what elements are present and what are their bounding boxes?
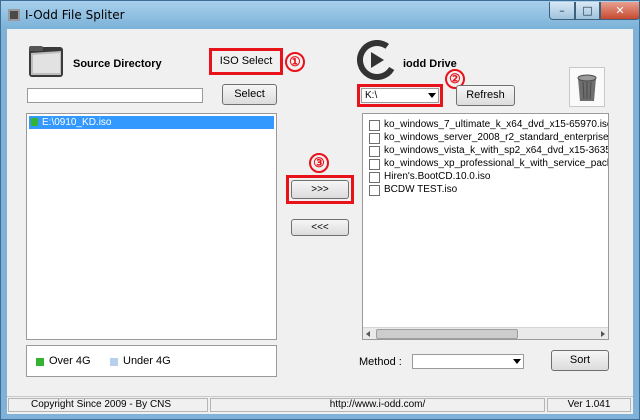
method-label: Method : xyxy=(359,356,402,368)
window-title: I-Odd File Spliter xyxy=(25,8,125,22)
source-file-list[interactable]: E:\0910_KD.iso xyxy=(26,113,277,340)
chevron-down-icon xyxy=(428,93,436,98)
chevron-down-icon xyxy=(513,359,521,364)
method-select[interactable] xyxy=(412,354,524,369)
source-item-label: E:\0910_KD.iso xyxy=(42,117,112,128)
drive-file-item[interactable]: ko_windows_7_ultimate_k_x64_dvd_x15-6597… xyxy=(365,118,609,131)
close-button[interactable]: ✕ xyxy=(600,2,640,20)
file-name: ko_windows_vista_k_with_sp2_x64_dvd_x15-… xyxy=(384,145,609,156)
sort-button[interactable]: Sort xyxy=(551,350,609,371)
callout-number-3: ③ xyxy=(309,153,329,173)
file-checkbox[interactable] xyxy=(369,133,380,144)
drive-file-item[interactable]: BCDW TEST.iso xyxy=(365,183,608,196)
drive-select[interactable]: K:\ xyxy=(361,88,439,103)
scroll-right-icon[interactable] xyxy=(601,331,605,337)
transfer-left-button[interactable]: <<< xyxy=(291,219,349,236)
app-window: I-Odd File Spliter – □ ✕ Source Director… xyxy=(0,0,640,420)
version-text: Ver 1.041 xyxy=(547,398,631,412)
horizontal-scrollbar[interactable] xyxy=(363,327,608,339)
drive-file-item[interactable]: Hiren's.BootCD.10.0.iso xyxy=(365,170,608,183)
maximize-button[interactable]: □ xyxy=(575,2,600,20)
drive-select-value: K:\ xyxy=(365,90,378,101)
file-checkbox[interactable] xyxy=(369,146,380,157)
over-4g-label: Over 4G xyxy=(49,355,91,367)
file-name: Hiren's.BootCD.10.0.iso xyxy=(384,171,491,182)
legend-box: Over 4G Under 4G xyxy=(26,345,277,377)
iodd-logo-icon xyxy=(357,40,397,80)
file-checkbox[interactable] xyxy=(369,185,380,196)
minimize-button[interactable]: – xyxy=(549,2,575,20)
transfer-right-button[interactable]: >>> xyxy=(291,180,349,199)
title-bar[interactable]: I-Odd File Spliter – □ ✕ xyxy=(1,1,640,29)
file-checkbox[interactable] xyxy=(369,120,380,131)
file-checkbox[interactable] xyxy=(369,159,380,170)
folder-icon xyxy=(27,43,65,81)
refresh-button[interactable]: Refresh xyxy=(456,85,515,106)
file-checkbox[interactable] xyxy=(369,172,380,183)
scrollbar-thumb[interactable] xyxy=(376,329,518,339)
over-4g-marker xyxy=(31,118,38,126)
status-bar: Copyright Since 2009 - By CNS http://www… xyxy=(7,396,633,414)
under-4g-swatch xyxy=(110,358,118,366)
file-name: ko_windows_server_2008_r2_standard_enter… xyxy=(384,132,609,143)
file-name: BCDW TEST.iso xyxy=(384,184,458,195)
over-4g-swatch xyxy=(36,358,44,366)
copyright-text: Copyright Since 2009 - By CNS xyxy=(8,398,208,412)
drive-file-item[interactable]: ko_windows_server_2008_r2_standard_enter… xyxy=(365,131,609,144)
select-button[interactable]: Select xyxy=(222,84,277,105)
under-4g-label: Under 4G xyxy=(123,355,171,367)
source-list-item[interactable]: E:\0910_KD.iso xyxy=(29,116,274,129)
drive-file-list[interactable]: ko_windows_7_ultimate_k_x64_dvd_x15-6597… xyxy=(362,113,609,340)
website-url[interactable]: http://www.i-odd.com/ xyxy=(210,398,545,412)
trash-icon[interactable] xyxy=(569,67,605,107)
iso-select-button[interactable]: ISO Select xyxy=(213,52,279,71)
source-directory-label: Source Directory xyxy=(73,58,162,70)
callout-number-1: ① xyxy=(285,52,305,72)
file-name: ko_windows_7_ultimate_k_x64_dvd_x15-6597… xyxy=(384,119,609,130)
source-path-input[interactable] xyxy=(27,88,203,103)
drive-file-item[interactable]: ko_windows_vista_k_with_sp2_x64_dvd_x15-… xyxy=(365,144,609,157)
main-panel: Source Directory ISO Select ① Select E:\… xyxy=(7,29,633,414)
app-icon xyxy=(8,9,20,21)
scroll-left-icon[interactable] xyxy=(366,331,370,337)
iodd-drive-label: iodd Drive xyxy=(403,58,457,70)
file-name: ko_windows_xp_professional_k_with_servic… xyxy=(384,158,608,169)
drive-file-item[interactable]: ko_windows_xp_professional_k_with_servic… xyxy=(365,157,608,170)
